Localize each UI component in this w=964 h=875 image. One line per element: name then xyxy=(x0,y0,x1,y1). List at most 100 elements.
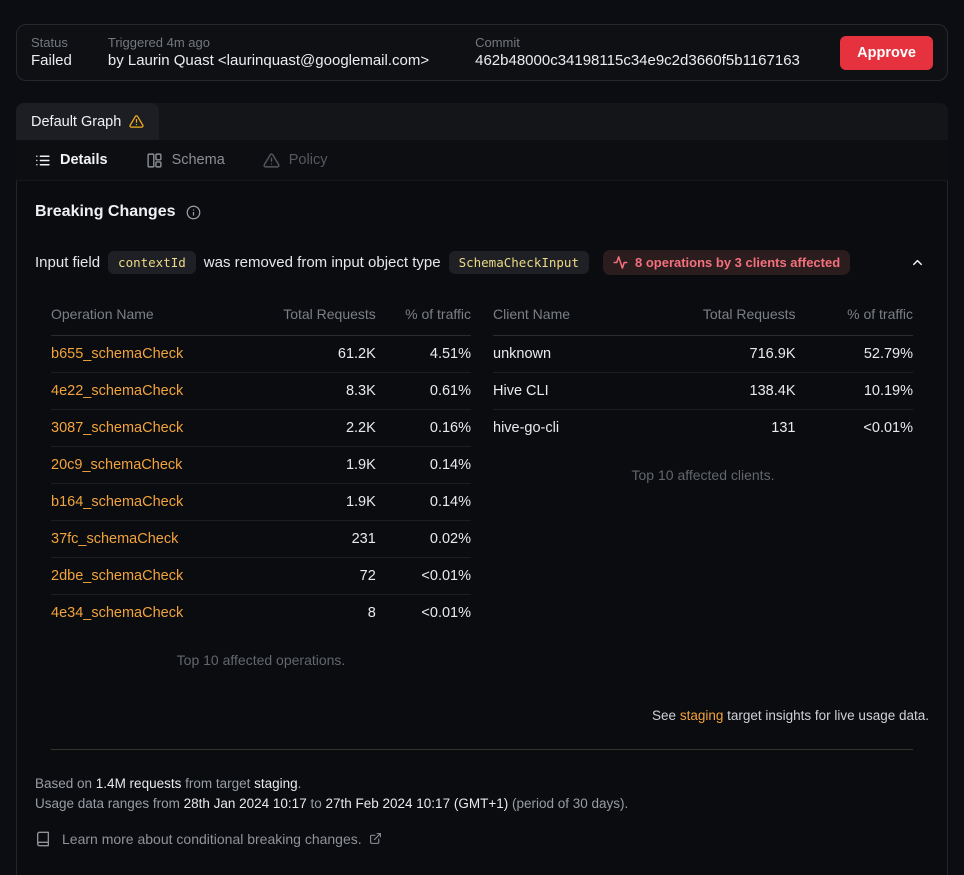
requests-cell: 72 xyxy=(242,558,376,595)
requests-cell: 231 xyxy=(242,521,376,558)
breaking-change-row: Input field contextId was removed from i… xyxy=(35,250,929,275)
affected-badge-label: 8 operations by 3 clients affected xyxy=(635,255,840,270)
warning-triangle-icon xyxy=(129,114,144,129)
triggered-value: by Laurin Quast <laurinquast@googlemail.… xyxy=(108,51,429,71)
footer-line-range: Usage data ranges from 28th Jan 2024 10:… xyxy=(35,794,929,814)
operation-link[interactable]: 4e34_schemaCheck xyxy=(51,605,183,621)
footer: Based on 1.4M requests from target stagi… xyxy=(35,774,929,814)
footer-text: Based on xyxy=(35,776,96,791)
status-card: Status Failed Triggered 4m ago by Laurin… xyxy=(16,24,948,81)
range-end: 27th Feb 2024 10:17 (GMT+1) xyxy=(325,796,508,811)
requests-cell: 1.9K xyxy=(242,447,376,484)
operation-link[interactable]: 2dbe_schemaCheck xyxy=(51,568,183,584)
triggered-block: Triggered 4m ago by Laurin Quast <laurin… xyxy=(108,34,429,71)
subtab-row: Details Schema Policy xyxy=(16,140,948,181)
operation-link[interactable]: 3087_schemaCheck xyxy=(51,420,183,436)
footer-text: from target xyxy=(181,776,254,791)
clients-caption: Top 10 affected clients. xyxy=(493,467,913,483)
requests-cell: 61.2K xyxy=(242,336,376,373)
staging-target-link[interactable]: staging xyxy=(680,708,724,723)
tab-schema-label: Schema xyxy=(172,152,225,168)
operation-link[interactable]: 37fc_schemaCheck xyxy=(51,531,178,547)
learn-more-row: Learn more about conditional breaking ch… xyxy=(35,831,929,847)
commit-block: Commit 462b48000c34198115c34e9c2d3660f5b… xyxy=(475,34,800,71)
tab-details[interactable]: Details xyxy=(34,152,108,169)
client-name-cell: unknown xyxy=(493,336,630,373)
operation-link[interactable]: b164_schemaCheck xyxy=(51,494,183,510)
col-operation-name: Operation Name xyxy=(51,297,242,336)
traffic-cell: <0.01% xyxy=(376,558,471,595)
pulse-icon xyxy=(613,255,628,270)
client-name-cell: Hive CLI xyxy=(493,373,630,410)
tab-default-graph[interactable]: Default Graph xyxy=(16,103,159,140)
field-code-chip: contextId xyxy=(108,251,196,274)
status-block: Status Failed xyxy=(31,34,72,71)
insights-suffix: target insights for live usage data. xyxy=(723,708,929,723)
col-pct-traffic: % of traffic xyxy=(376,297,471,336)
affected-operations-badge[interactable]: 8 operations by 3 clients affected xyxy=(603,250,850,275)
list-icon xyxy=(34,152,51,169)
col-total-requests: Total Requests xyxy=(242,297,376,336)
main-card: Default Graph Details xyxy=(16,103,948,875)
footer-text: to xyxy=(307,796,326,811)
table-row: 3087_schemaCheck 2.2K 0.16% xyxy=(51,410,471,447)
operation-link[interactable]: 20c9_schemaCheck xyxy=(51,457,182,473)
chevron-up-icon[interactable] xyxy=(906,251,929,274)
section-title: Breaking Changes xyxy=(35,203,175,221)
clients-table-section: Client Name Total Requests % of traffic … xyxy=(493,297,913,668)
operation-link[interactable]: 4e22_schemaCheck xyxy=(51,383,183,399)
table-row: 2dbe_schemaCheck 72 <0.01% xyxy=(51,558,471,595)
tab-policy-label: Policy xyxy=(289,152,328,168)
requests-cell: 1.9K xyxy=(242,484,376,521)
traffic-cell: <0.01% xyxy=(376,595,471,632)
details-content: Breaking Changes Input field contextId w… xyxy=(16,181,948,875)
commit-label: Commit xyxy=(475,34,800,51)
page: Status Failed Triggered 4m ago by Laurin… xyxy=(0,0,964,875)
requests-cell: 2.2K xyxy=(242,410,376,447)
commit-hash: 462b48000c34198115c34e9c2d3660f5b1167163 xyxy=(475,51,800,71)
tab-schema[interactable]: Schema xyxy=(146,152,225,169)
col-client-name: Client Name xyxy=(493,297,630,336)
range-start: 28th Jan 2024 10:17 xyxy=(184,796,307,811)
footer-text: Usage data ranges from xyxy=(35,796,184,811)
traffic-cell: 0.61% xyxy=(376,373,471,410)
learn-more-label: Learn more about conditional breaking ch… xyxy=(62,831,362,847)
insights-prefix: See xyxy=(652,708,680,723)
requests-cell: 8.3K xyxy=(242,373,376,410)
warning-icon xyxy=(263,152,280,169)
learn-more-link[interactable]: Learn more about conditional breaking ch… xyxy=(62,831,382,847)
table-row: hive-go-cli 131 <0.01% xyxy=(493,410,913,447)
traffic-cell: <0.01% xyxy=(796,410,914,447)
info-icon[interactable] xyxy=(186,205,201,220)
table-row: 4e22_schemaCheck 8.3K 0.61% xyxy=(51,373,471,410)
tab-policy[interactable]: Policy xyxy=(263,152,328,169)
requests-cell: 131 xyxy=(630,410,795,447)
traffic-cell: 0.14% xyxy=(376,484,471,521)
clients-table: Client Name Total Requests % of traffic … xyxy=(493,297,913,447)
graph-tab-label: Default Graph xyxy=(31,114,121,130)
table-row: Hive CLI 138.4K 10.19% xyxy=(493,373,913,410)
book-icon xyxy=(35,831,51,847)
footer-line-requests: Based on 1.4M requests from target stagi… xyxy=(35,774,929,794)
operations-table: Operation Name Total Requests % of traff… xyxy=(51,297,471,632)
operations-caption: Top 10 affected operations. xyxy=(51,652,471,668)
table-row: 20c9_schemaCheck 1.9K 0.14% xyxy=(51,447,471,484)
traffic-cell: 52.79% xyxy=(796,336,914,373)
type-code-chip: SchemaCheckInput xyxy=(449,251,589,274)
insights-note: See staging target insights for live usa… xyxy=(35,708,929,723)
external-link-icon xyxy=(369,832,382,845)
traffic-cell: 0.02% xyxy=(376,521,471,558)
approve-button[interactable]: Approve xyxy=(840,36,933,70)
footer-text: . xyxy=(298,776,302,791)
requests-cell: 8 xyxy=(242,595,376,632)
status-value: Failed xyxy=(31,51,72,71)
table-row: unknown 716.9K 52.79% xyxy=(493,336,913,373)
target-name: staging xyxy=(254,776,298,791)
triggered-label: Triggered 4m ago xyxy=(108,34,429,51)
operation-link[interactable]: b655_schemaCheck xyxy=(51,346,183,362)
table-row: b655_schemaCheck 61.2K 4.51% xyxy=(51,336,471,373)
tab-details-label: Details xyxy=(60,152,108,168)
change-text-middle: was removed from input object type xyxy=(204,254,441,271)
traffic-cell: 0.14% xyxy=(376,447,471,484)
status-label: Status xyxy=(31,34,72,51)
